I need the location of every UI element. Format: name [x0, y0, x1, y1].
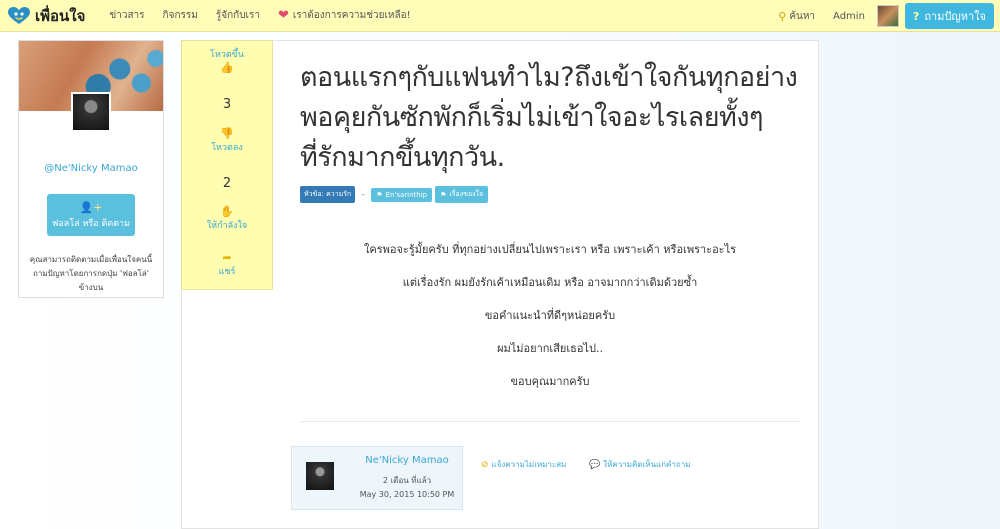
share-label: แชร์ — [218, 267, 236, 277]
brand-name: เพื่อนใจ — [35, 6, 86, 25]
search-link[interactable]: ⚲ ค้นหา — [778, 9, 815, 24]
post-paragraph: ขอคำแนะนำที่ดีๆหน่อยครับ — [484, 309, 616, 322]
search-label: ค้นหา — [789, 10, 816, 22]
ask-question-button[interactable]: ? ถามปัญหาใจ — [904, 3, 994, 29]
comment-icon: 💬 — [589, 459, 601, 470]
help-label: เราต้องการความช่วยเหลือ! — [292, 10, 411, 21]
follow-button-label: ฟอลโล่ หรือ ติดตาม — [51, 218, 131, 229]
post-title: ตอนแรกๆกับแฟนทำไม?ถึงเข้าใจกันทุกอย่าง พ… — [300, 62, 798, 173]
nav-link-activities[interactable]: กิจกรรม — [163, 8, 198, 23]
thumbs-down-icon: 👎 — [220, 127, 234, 140]
post-paragraph: ใครพอจะรู้มั้ยครับ ที่ทุกอย่างเปลี่ยนไปเ… — [363, 243, 737, 256]
question-icon: ? — [912, 9, 920, 23]
top-navbar: เพื่อนใจ ข่าวสาร กิจกรรม รู้จักกับเรา ❤ … — [0, 0, 1000, 32]
profile-follow-note: คุณสามารถติดตามเมื่อเพื่อนใจคนนี้ถามปัญห… — [29, 255, 153, 292]
heart-logo-icon — [8, 6, 30, 25]
vote-up-label: โหวตขึ้น — [210, 50, 244, 60]
comment-label: ให้ความคิดเห็นแก่คำถาม — [603, 460, 691, 469]
nav-link-about[interactable]: รู้จักกับเรา — [216, 8, 260, 23]
report-link[interactable]: ⊘ แจ้งความไม่เหมาะสม — [481, 458, 566, 471]
user-avatar[interactable] — [876, 5, 899, 27]
topic-badge[interactable]: หัวข้อ: ความรัก — [300, 186, 356, 203]
post-tags: หัวข้อ: ความรัก – ⚑ En'sarinthip ⚑ เรื่อ… — [300, 186, 491, 203]
share-icon: ➦ — [222, 251, 232, 264]
ask-question-label: ถามปัญหาใจ — [924, 10, 986, 23]
vote-column: โหวตขึ้น 👍 3 👎 โหวตลง 2 ✋ ให้กำลังใจ ➦ แ… — [181, 40, 273, 290]
post-paragraph: ผมไม่อยากเสียเธอไป.. — [497, 342, 603, 355]
share-button[interactable]: ➦ แชร์ — [182, 251, 272, 278]
vote-up-count: 3 — [222, 97, 232, 112]
author-date: May 30, 2015 10:50 PM — [359, 490, 455, 499]
post-body: ใครพอจะรู้มั้ยครับ ที่ทุกอย่างเปลี่ยนไปเ… — [300, 240, 800, 405]
profile-avatar[interactable] — [71, 92, 111, 132]
post-paragraph: แต่เรื่องรัก ผมยังรักเค้าเหมือนเดิม หรือ… — [402, 276, 698, 289]
encourage-label: ให้กำลังใจ — [206, 221, 248, 231]
follow-button[interactable]: 👤+ ฟอลโล่ หรือ ติดตาม — [47, 194, 135, 236]
ban-icon: ⊘ — [481, 459, 489, 470]
nav-right: ⚲ ค้นหา Admin ? ถามปัญหาใจ — [778, 0, 994, 32]
comment-link[interactable]: 💬 ให้ความคิดเห็นแก่คำถาม — [589, 458, 690, 471]
tag-icon: ⚑ — [440, 190, 447, 199]
hand-icon: ✋ — [220, 205, 234, 218]
divider — [300, 421, 800, 422]
profile-card: @Ne'Nicky Mamao 👤+ ฟอลโล่ หรือ ติดตาม คุ… — [18, 40, 164, 298]
report-label: แจ้งความไม่เหมาะสม — [491, 460, 567, 469]
vote-down-button[interactable]: 👎 โหวตลง — [182, 127, 272, 154]
thumbs-up-icon: 👍 — [220, 61, 234, 74]
post-paragraph: ขอบคุณมากครับ — [510, 375, 590, 388]
tag-heart-matter[interactable]: ⚑ เรื่องของใจ — [435, 186, 489, 203]
brand-logo[interactable]: เพื่อนใจ — [8, 4, 85, 28]
author-relative-time: 2 เดือน ที่แล้ว — [382, 476, 432, 485]
tag-label: En'sarinthip — [385, 190, 428, 199]
tag-icon: ⚑ — [376, 190, 383, 199]
vote-down-label: โหวตลง — [211, 143, 243, 153]
profile-name[interactable]: @Ne'Nicky Mamao — [19, 163, 163, 174]
tag-label: เรื่องของใจ — [449, 190, 484, 198]
author-avatar[interactable] — [306, 462, 334, 490]
tag-separator: – — [361, 190, 366, 199]
tag-ensarinthip[interactable]: ⚑ En'sarinthip — [371, 187, 433, 202]
admin-link[interactable]: Admin — [833, 11, 865, 22]
vote-up-button[interactable]: โหวตขึ้น 👍 — [182, 47, 272, 74]
nav-link-news[interactable]: ข่าวสาร — [109, 8, 144, 23]
nav-links: ข่าวสาร กิจกรรม รู้จักกับเรา — [109, 8, 278, 23]
nav-link-help[interactable]: ❤ เราต้องการความช่วยเหลือ! — [278, 8, 411, 23]
add-user-icon: 👤+ — [79, 200, 103, 214]
author-box: Ne'Nicky Mamao 2 เดือน ที่แล้ว May 30, 2… — [291, 446, 463, 510]
author-name[interactable]: Ne'Nicky Mamao — [352, 455, 462, 466]
vote-down-count: 2 — [222, 176, 232, 191]
search-icon: ⚲ — [778, 9, 787, 23]
encourage-button[interactable]: ✋ ให้กำลังใจ — [182, 205, 272, 232]
heart-icon: ❤ — [277, 8, 289, 23]
